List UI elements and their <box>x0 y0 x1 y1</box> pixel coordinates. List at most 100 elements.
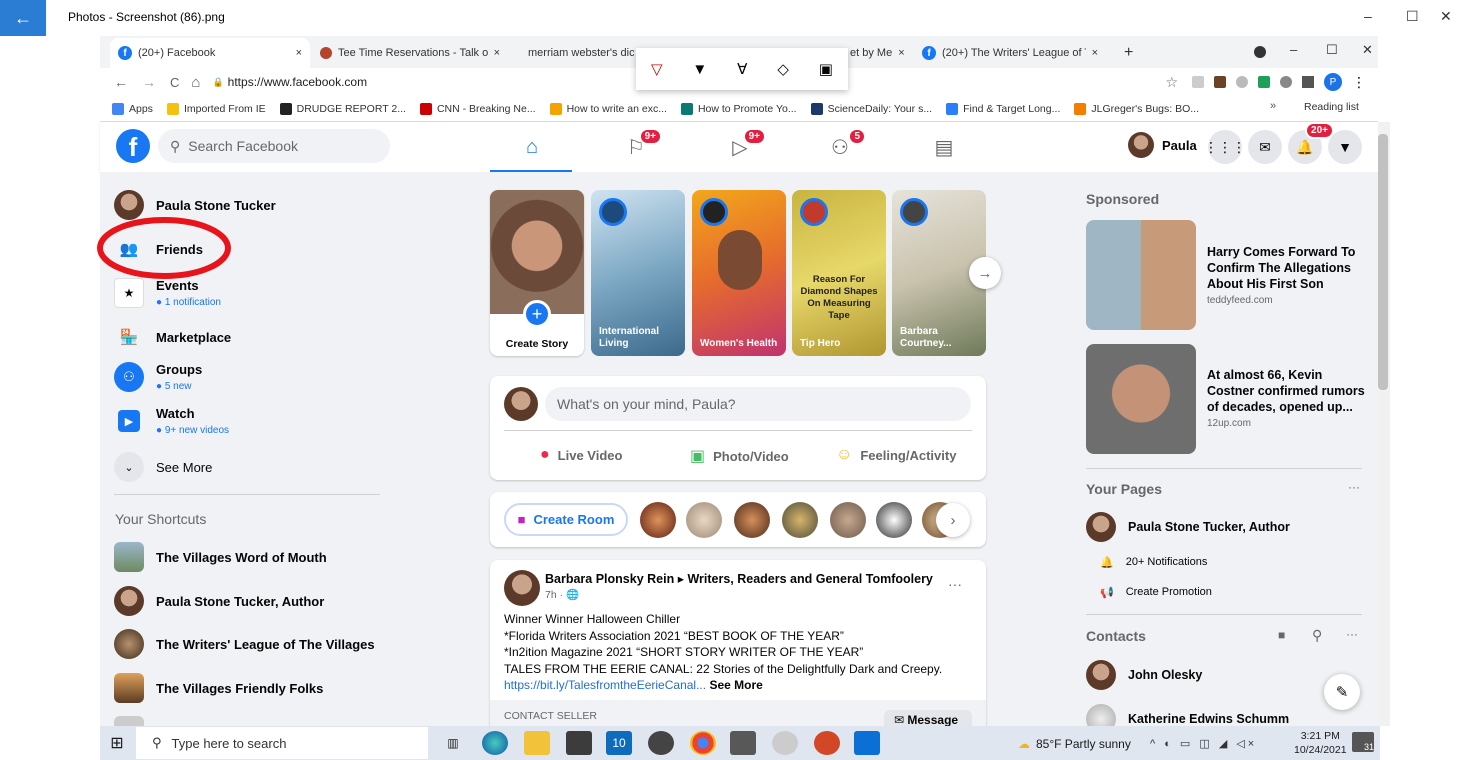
ad-image[interactable] <box>1086 220 1196 330</box>
live-video-button[interactable]: ● Live Video <box>540 446 622 464</box>
extension-icon[interactable] <box>1236 76 1248 88</box>
file-explorer-icon[interactable] <box>524 731 550 755</box>
extension-icon[interactable] <box>1214 76 1226 88</box>
notifications-bell-icon[interactable]: 🔔 20+ <box>1288 122 1334 164</box>
home-nav-icon[interactable]: ⌂ <box>512 132 552 162</box>
action-center-icon[interactable]: 31 <box>1352 732 1374 752</box>
tab-close-icon[interactable]: × <box>898 47 904 59</box>
room-contact-avatar[interactable] <box>686 502 722 538</box>
sidebar-item-events[interactable]: ★ Events ● 1 notification <box>114 278 221 308</box>
chrome-icon[interactable] <box>690 731 716 755</box>
pen-tool-icon[interactable]: ▽ <box>651 60 663 78</box>
shortcut-item[interactable]: Paula Stone Tucker, Author <box>114 586 324 616</box>
forward-icon[interactable]: → <box>142 74 156 90</box>
store-icon[interactable] <box>566 731 592 755</box>
composer-input[interactable]: What's on your mind, Paula? <box>545 387 971 421</box>
bookmark-item[interactable]: Apps <box>112 102 153 115</box>
pages-more-icon[interactable]: ··· <box>1348 480 1360 494</box>
url-field[interactable]: https://www.facebook.com <box>228 75 367 89</box>
tab-merriam-webster[interactable]: merriam webster's dictio <box>514 38 634 68</box>
powerpoint-icon[interactable] <box>814 731 840 755</box>
create-story-card[interactable]: + Create Story <box>490 190 584 356</box>
bookmark-item[interactable]: Imported From IE <box>166 102 266 115</box>
post-more-icon[interactable]: ··· <box>948 576 962 592</box>
messenger-icon[interactable]: ✉ <box>1248 130 1282 164</box>
new-message-icon[interactable]: ✎ <box>1324 674 1360 710</box>
new-tab-button[interactable]: + <box>1124 44 1133 62</box>
post-author-avatar[interactable] <box>504 570 540 606</box>
account-chevron-down-icon[interactable]: ▼ <box>1328 130 1362 164</box>
bookmark-item[interactable]: DRUDGE REPORT 2... <box>279 102 406 115</box>
extensions-puzzle-icon[interactable] <box>1302 76 1314 88</box>
pages-nav-icon[interactable]: ⚐ 9+ <box>616 128 662 162</box>
post-link[interactable]: https://bit.ly/TalesfromtheEerieCanal... <box>504 678 706 692</box>
back-icon[interactable]: ← <box>114 74 128 90</box>
close-button[interactable]: ✕ <box>1440 8 1452 25</box>
photos-icon[interactable] <box>854 731 880 755</box>
mail-icon[interactable]: 10 <box>606 731 632 755</box>
bookmark-item[interactable]: ScienceDaily: Your s... <box>810 102 932 115</box>
back-arrow-icon[interactable]: ← <box>0 0 46 36</box>
see-more-link[interactable]: See More <box>709 678 762 692</box>
bookmark-item[interactable]: How to Promote Yo... <box>680 102 797 115</box>
reading-list[interactable]: Reading list <box>1304 101 1359 113</box>
room-contact-avatar[interactable] <box>734 502 770 538</box>
message-button[interactable]: ✉ Message <box>884 710 972 726</box>
stories-next-arrow-icon[interactable]: → <box>969 257 1001 289</box>
app-icon[interactable] <box>772 731 798 755</box>
create-room-button[interactable]: ■ Create Room <box>504 503 628 536</box>
shortcut-item[interactable]: The Villages Word of Mouth <box>114 542 327 572</box>
system-tray-icons[interactable]: ^ ◐ ▭ ◫ ◢ ◁× <box>1150 737 1257 750</box>
dell-icon[interactable] <box>648 731 674 755</box>
scrollbar-thumb[interactable] <box>1378 134 1388 390</box>
video-room-icon[interactable]: ■ <box>1278 628 1285 642</box>
chrome-maximize-button[interactable]: ☐ <box>1326 42 1338 58</box>
clock[interactable]: 3:21 PM 10/24/2021 <box>1294 729 1347 757</box>
facebook-logo[interactable]: f <box>116 129 150 163</box>
gaming-nav-icon[interactable]: ▤ <box>924 132 964 162</box>
tab-search-icon[interactable] <box>1254 46 1266 58</box>
tab-close-icon[interactable]: × <box>1092 47 1098 59</box>
sidebar-item-marketplace[interactable]: 🏪 Marketplace <box>114 322 232 352</box>
story-tip-hero[interactable]: Reason For Diamond Shapes On Measuring T… <box>792 190 886 356</box>
bookmark-item[interactable]: CNN - Breaking Ne... <box>419 102 536 115</box>
watch-nav-icon[interactable]: ▷ 9+ <box>720 128 766 162</box>
rooms-next-arrow-icon[interactable]: › <box>936 503 970 537</box>
windows-start-icon[interactable]: ⊞ <box>106 732 128 754</box>
taskbar-search-input[interactable]: ⚲ Type here to search <box>136 727 428 759</box>
bookmark-item[interactable]: How to write an exc... <box>549 102 667 115</box>
edge-icon[interactable] <box>482 731 508 755</box>
eraser-icon[interactable]: ◇ <box>777 60 789 78</box>
room-contact-avatar[interactable] <box>830 502 866 538</box>
page-notifications[interactable]: 🔔 20+ Notifications <box>1100 556 1207 569</box>
ad-title[interactable]: At almost 66, Kevin Costner confirmed ru… <box>1207 367 1367 415</box>
bookmark-item[interactable]: Find & Target Long... <box>946 102 1060 115</box>
post-author[interactable]: Barbara Plonsky Rein ▸ Writers, Readers … <box>545 571 933 586</box>
post-time[interactable]: 7h · 🌐 <box>545 588 579 601</box>
room-contact-avatar[interactable] <box>640 502 676 538</box>
create-promotion[interactable]: 📢 Create Promotion <box>1100 586 1212 599</box>
profile-avatar[interactable]: P <box>1324 73 1342 91</box>
tab-close-icon[interactable]: × <box>494 47 500 59</box>
extension-icon[interactable] <box>1280 76 1292 88</box>
highlighter-icon[interactable]: ∀ <box>737 60 747 78</box>
bookmarks-more[interactable]: » <box>1270 100 1276 112</box>
room-contact-avatar[interactable] <box>782 502 818 538</box>
tab-close-icon[interactable]: × <box>296 47 302 59</box>
facebook-search-input[interactable]: ⚲ Search Facebook <box>158 129 390 163</box>
tab-facebook[interactable]: f (20+) Facebook × <box>110 38 310 68</box>
reload-icon[interactable]: C <box>170 75 179 90</box>
minimize-button[interactable]: – <box>1364 8 1372 24</box>
maximize-button[interactable]: ☐ <box>1406 8 1419 25</box>
groups-nav-icon[interactable]: ⚇ 5 <box>820 128 866 162</box>
calculator-icon[interactable] <box>730 731 756 755</box>
bookmark-item[interactable]: JLGreger's Bugs: BO... <box>1074 102 1199 115</box>
chrome-minimize-button[interactable]: – <box>1290 42 1297 57</box>
chrome-close-button[interactable]: ✕ <box>1362 42 1373 58</box>
shortcut-item[interactable]: The Writers' League of The Villages <box>114 629 375 659</box>
chrome-menu-icon[interactable]: ⋮ <box>1352 74 1366 91</box>
search-contacts-icon[interactable]: ⚲ <box>1312 627 1322 644</box>
ad-image[interactable] <box>1086 344 1196 454</box>
menu-grid-icon[interactable]: ⋮⋮⋮ <box>1204 130 1246 164</box>
tab-tee-time[interactable]: Tee Time Reservations - Talk of Th × <box>312 38 508 68</box>
